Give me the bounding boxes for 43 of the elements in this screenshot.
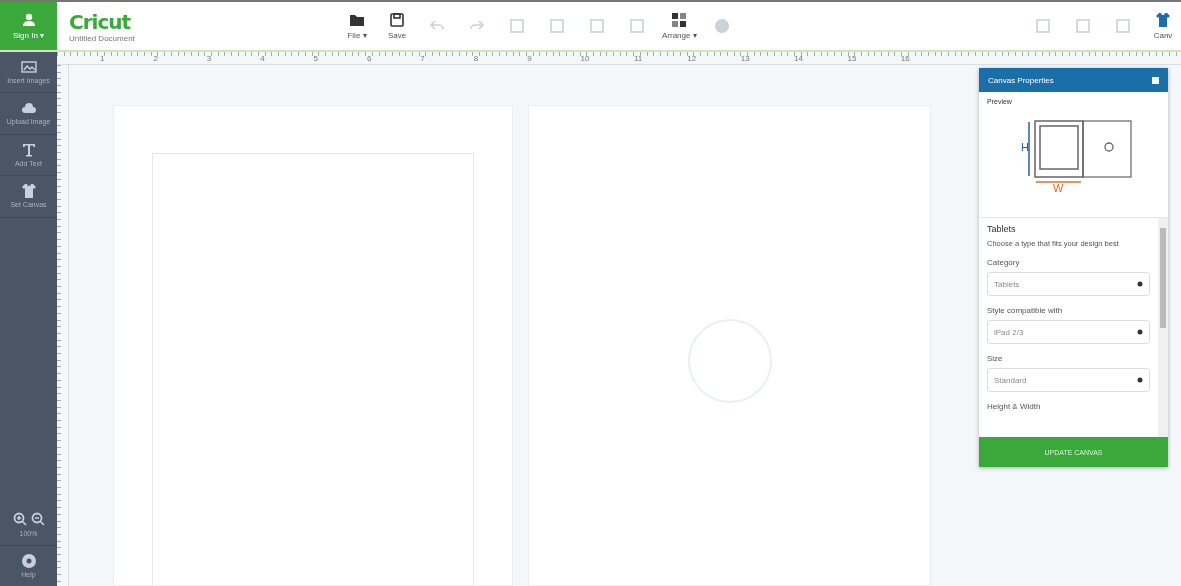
folder-icon [349, 12, 365, 28]
square-icon [1115, 18, 1131, 34]
toolbar-button[interactable]: Canv [1145, 12, 1181, 40]
shirt-icon [1155, 12, 1171, 28]
close-icon [1152, 76, 1159, 84]
circle-icon [713, 18, 730, 34]
toolbar-button[interactable]: File ▾ [339, 12, 375, 40]
zoom-out-button[interactable] [30, 512, 45, 527]
dropdown[interactable]: iPad 2/3 [987, 320, 1150, 344]
horizontal-ruler: 1 2 3 4 5 6 7 8 9 10 11 12 13 14 15 16 [57, 52, 1181, 65]
dropdown-caret-icon [1137, 329, 1143, 335]
square-icon [1075, 18, 1091, 34]
panel-title: Canvas Properties [988, 75, 1054, 85]
logo: Cricut [69, 9, 132, 34]
square-icon [629, 18, 645, 34]
dropdown-caret-icon [1137, 377, 1143, 383]
field-label: Style compatible with [987, 306, 1064, 315]
square-icon [1035, 18, 1051, 34]
shirt-icon [20, 183, 37, 200]
section-title: Tablets [987, 224, 1017, 234]
zoom-out-icon [30, 512, 45, 527]
arrange-icon [671, 12, 688, 28]
scrollbar[interactable] [1158, 218, 1168, 437]
toolbar-button[interactable]: Save [379, 12, 415, 40]
field-label: Size [987, 354, 1004, 363]
text-icon [20, 141, 37, 158]
account-button[interactable]: Sign In ▾ [0, 2, 57, 50]
zoom-in-icon [12, 512, 27, 527]
dropdown[interactable]: Tablets [987, 272, 1150, 296]
square-icon [509, 18, 525, 34]
square-icon [549, 18, 565, 34]
document-title: Untitled Document [69, 33, 136, 43]
dropdown-caret-icon [1137, 281, 1143, 287]
field-label: Height & Width [987, 402, 1042, 411]
close-button[interactable] [1152, 76, 1159, 84]
user-icon [21, 12, 36, 27]
square-icon [589, 18, 605, 34]
toolbar-button[interactable]: Arrange ▾ [659, 12, 700, 40]
tablet-preview-drawing: H W [1013, 113, 1134, 193]
zoom-in-button[interactable] [12, 512, 27, 527]
image-icon [20, 59, 37, 75]
dropdown[interactable]: Standard [987, 368, 1150, 392]
field-label: Category [987, 258, 1021, 267]
